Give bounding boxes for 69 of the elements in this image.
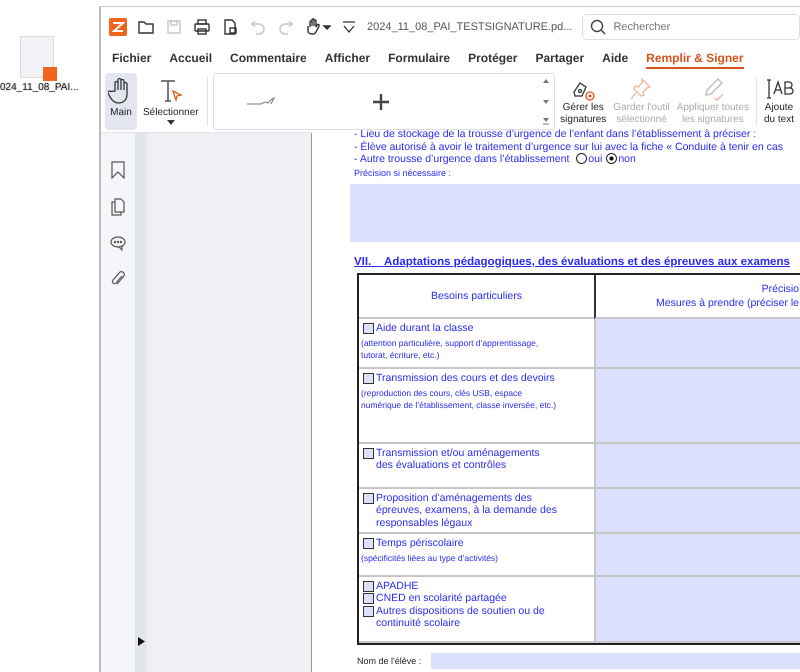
checkbox-label: Proposition d’aménagements des épreuves, examens, à la demande des responsables légaux (376, 492, 557, 529)
menu-tab[interactable]: Aide (602, 49, 628, 69)
ribbon-button[interactable]: Ajoute du text (762, 73, 796, 130)
bookmark-icon[interactable] (111, 161, 125, 179)
checkbox[interactable] (363, 593, 374, 604)
text-field[interactable] (594, 488, 800, 534)
radio-button[interactable] (606, 153, 618, 164)
text-field[interactable] (594, 576, 800, 642)
menu-tab[interactable]: Formulaire (388, 49, 450, 69)
checkbox[interactable] (363, 448, 374, 458)
text-field[interactable] (594, 368, 800, 444)
caret-icon (166, 120, 175, 125)
checkbox[interactable] (363, 492, 374, 504)
checkbox[interactable] (363, 606, 374, 616)
section-heading: VII. Adaptations pédagogiques, des évaluations et des épreuves aux examens (354, 256, 791, 268)
checkbox-label: Autres dispositions de soutien ou de continuité scolaire (376, 604, 545, 630)
signature-drawing[interactable] (246, 96, 276, 106)
checkbox-label: Temps périscolaire (376, 536, 464, 549)
menu-tab[interactable]: Partager (535, 49, 584, 69)
checkbox-label: APADHE (376, 580, 418, 592)
menu-tab[interactable]: Fichier (112, 49, 152, 69)
ribbon-button[interactable]: Gérer les signatures (558, 73, 608, 130)
comment-icon[interactable] (110, 235, 126, 251)
menu-tab[interactable]: Accueil (169, 49, 212, 69)
column-header: Précisio (762, 282, 799, 294)
checkbox-label: Transmission des cours et des devoirs (376, 372, 555, 384)
print-icon[interactable] (193, 18, 211, 36)
pdf-file-icon[interactable] (20, 36, 54, 78)
text-field[interactable] (594, 318, 800, 368)
expand-arrow-icon[interactable] (138, 637, 145, 646)
field-label: Nom de l'élève : (357, 656, 422, 666)
note-text: (spécificités liées au type d’activités) (361, 552, 500, 564)
file-name: 024_11_08_PAI... (0, 82, 79, 93)
checkbox[interactable] (363, 322, 374, 334)
text-field[interactable] (594, 534, 800, 576)
dropdown-icon[interactable] (341, 19, 357, 35)
checkbox-label: Aide durant la classe (376, 322, 474, 334)
hand-icon[interactable] (305, 18, 331, 36)
tool-button[interactable]: Main (105, 73, 137, 130)
checkbox[interactable] (363, 580, 374, 592)
document-text: - Autre trousse d’urgence dans l’établissement (354, 153, 570, 165)
checkbox-label: Transmission et/ou aménagements des évaluations et contrôles (376, 446, 540, 472)
tool-button[interactable]: Sélectionner (140, 73, 202, 130)
menu-tab[interactable]: Protéger (468, 49, 518, 69)
menu-tab[interactable]: Remplir & Signer (646, 49, 744, 69)
menu-tab[interactable]: Commentaire (230, 49, 307, 69)
add-icon[interactable] (372, 92, 390, 110)
checkbox-label: CNED en scolarité partagée (376, 592, 507, 604)
document-text: - Lieu de stockage de la trousse d’urgence de l’enfant dans l’établissement à préciser : (354, 128, 758, 140)
radio-label: non (618, 153, 636, 165)
checkbox[interactable] (363, 372, 374, 384)
document-title: 2024_11_08_PAI_TESTSIGNATURE.pd... (367, 21, 572, 33)
field-label: Précision si nécessaire : (354, 168, 452, 178)
column-header: Mesures à prendre (préciser le (656, 296, 799, 308)
note-text: (attention particulière, support d’apprentissage, tutorat, écriture, etc.) (361, 337, 540, 361)
text-area-field[interactable] (350, 184, 800, 242)
document-text: - Élève autorisé à avoir le traitement d’urgence sur lui avec la fiche « Conduite à tenir en cas (354, 140, 784, 153)
menu-tab[interactable]: Afficher (324, 49, 370, 69)
name-field[interactable] (431, 652, 800, 668)
search-field[interactable]: Rechercher (582, 14, 800, 40)
app-logo-icon (109, 18, 127, 36)
column-header: Besoins particuliers (430, 290, 522, 302)
pages-icon[interactable] (111, 198, 125, 216)
text-field[interactable] (594, 444, 800, 488)
note-text: (reproduction des cours, clés USB, espace numérique de l’établissement, classe inversée, etc.) (361, 387, 558, 411)
radio-button[interactable] (576, 153, 588, 164)
search-icon (590, 19, 606, 35)
checkbox[interactable] (363, 538, 374, 548)
radio-label: oui (588, 153, 602, 165)
